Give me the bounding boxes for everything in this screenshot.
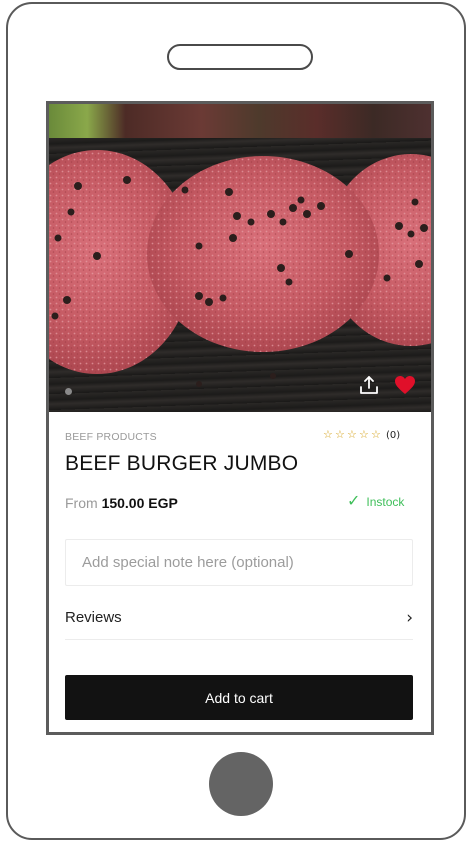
product-price: From 150.00 EGP [65,495,178,511]
app-screen: BEEF PRODUCTS ☆ ☆ ☆ ☆ ☆ (0) BEEF BURGER … [46,101,434,735]
product-title: BEEF BURGER JUMBO [65,452,299,475]
product-rating[interactable]: ☆ ☆ ☆ ☆ ☆ (0) [323,428,400,442]
reviews-label: Reviews [65,609,122,626]
product-category: BEEF PRODUCTS [65,431,157,443]
star-outline-icon: ☆ [323,428,333,441]
price-prefix: From [65,495,98,511]
star-outline-icon: ☆ [347,428,357,441]
chevron-right-icon: › [406,607,413,628]
check-icon: ✓ [347,493,361,510]
reviews-row[interactable]: Reviews › [65,596,413,640]
rating-count: (0) [386,429,401,441]
stock-status: ✓ Instock [347,494,404,510]
burger-patties-illustration [49,150,431,387]
phone-speaker [167,44,313,70]
star-outline-icon: ☆ [335,428,345,441]
star-outline-icon: ☆ [359,428,369,441]
star-outline-icon: ☆ [371,428,381,441]
product-image[interactable] [49,104,431,412]
stock-label: Instock [366,495,405,509]
add-to-cart-button[interactable]: Add to cart [65,675,413,720]
price-value: 150.00 EGP [101,495,178,511]
heart-icon[interactable] [393,374,417,396]
phone-frame: BEEF PRODUCTS ☆ ☆ ☆ ☆ ☆ (0) BEEF BURGER … [6,2,466,840]
phone-home-button[interactable] [209,752,273,816]
special-note-input[interactable] [65,539,413,586]
share-icon[interactable] [358,374,380,396]
carousel-dot[interactable] [65,388,72,395]
